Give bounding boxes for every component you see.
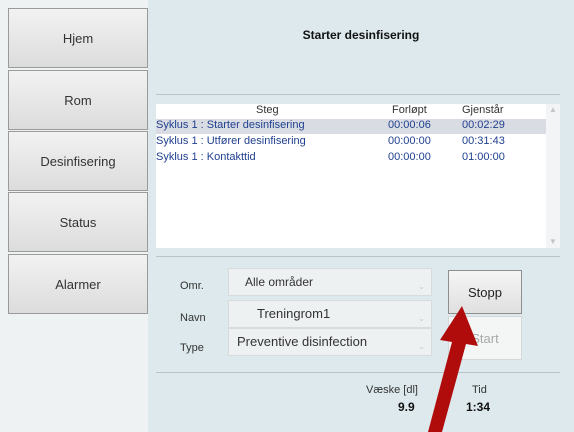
red-arrow-icon — [428, 306, 478, 432]
annotation-arrow-icon — [428, 306, 478, 432]
